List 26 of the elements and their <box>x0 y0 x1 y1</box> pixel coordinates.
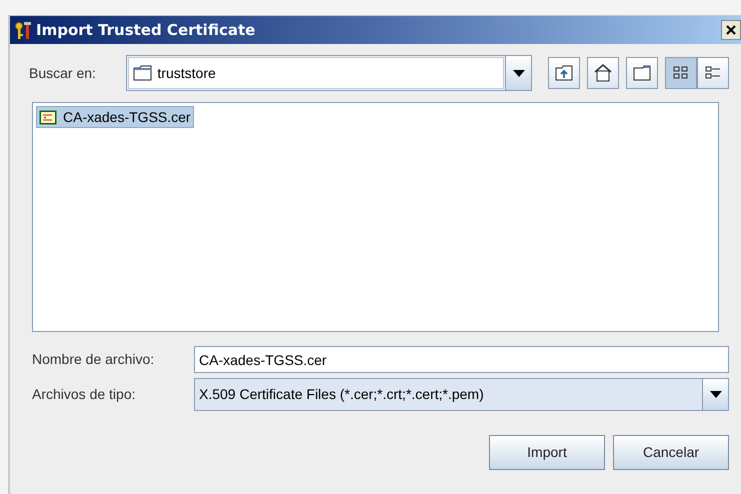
dialog-button[interactable]: Cancelar <box>613 435 729 470</box>
home-icon <box>593 63 613 83</box>
close-icon <box>725 24 737 36</box>
file-name-field[interactable]: CA-xades-TGSS.cer <box>194 346 729 373</box>
look-in-label: Buscar en: <box>29 64 97 82</box>
folder-icon <box>632 63 652 83</box>
close-button[interactable] <box>721 20 741 40</box>
file-type-dropdown[interactable]: X.509 Certificate Files (*.cer;*.crt;*.cert;*.pem) <box>194 378 729 411</box>
file-name-label: Nombre de archivo: <box>32 350 156 369</box>
toolbar-button[interactable] <box>697 57 729 89</box>
toolbar-button[interactable] <box>548 57 580 89</box>
folder-icon <box>133 65 154 81</box>
look-in-value: truststore <box>157 64 216 82</box>
toolbar-button[interactable] <box>587 57 619 89</box>
folder-up-icon <box>554 63 574 83</box>
toolbar-button[interactable] <box>626 57 658 89</box>
file-item[interactable]: CA-xades-TGSS.cer <box>36 106 194 128</box>
certificate-icon <box>39 110 57 124</box>
file-list[interactable]: CA-xades-TGSS.cer <box>32 102 719 332</box>
file-type-value: X.509 Certificate Files (*.cer;*.crt;*.cert;*.pem) <box>198 385 485 404</box>
file-type-label: Archivos de tipo: <box>32 385 136 404</box>
toolbar-button[interactable] <box>665 57 697 89</box>
window-title: Import Trusted Certificate <box>36 20 256 41</box>
keys-icon <box>14 20 32 40</box>
dialog-button[interactable]: Import <box>489 435 605 470</box>
look-in-dropdown[interactable]: truststore <box>126 55 532 91</box>
